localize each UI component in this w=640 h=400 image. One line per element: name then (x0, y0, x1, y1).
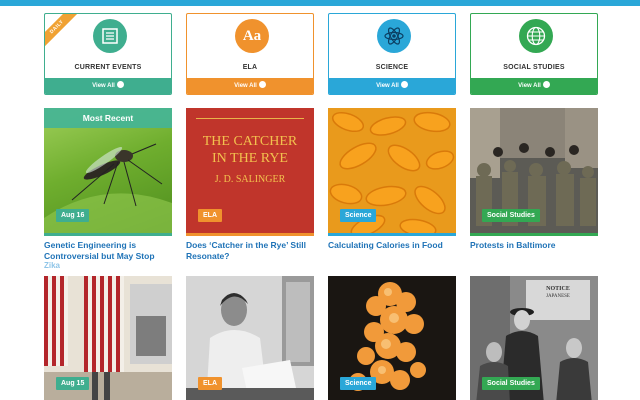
category-title: CURRENT EVENTS (74, 64, 142, 71)
view-all-button[interactable]: View All (187, 78, 313, 94)
view-all-label: View All (92, 83, 115, 89)
article-tile-baltimore[interactable]: Social Studies (470, 108, 598, 236)
category-card-ela[interactable]: Aa ELA View All (186, 13, 314, 95)
category-card-science[interactable]: SCIENCE View All (328, 13, 456, 95)
arrow-right-icon (400, 80, 408, 88)
article-tile-voting[interactable]: Aug 15 (44, 276, 172, 400)
category-badge: Social Studies (482, 209, 540, 222)
view-all-button[interactable]: View All (471, 78, 597, 94)
date-badge: Aug 15 (56, 377, 90, 390)
article-tile-historic[interactable]: NOTICE JAPANESE Social Studies (470, 276, 598, 400)
category-badge: ELA (198, 209, 222, 222)
article-tile-coral[interactable]: Science (328, 276, 456, 400)
article-headline-link[interactable]: Genetic Engineering is Controversial but… (44, 240, 172, 262)
daily-ribbon: DAILY (45, 14, 82, 52)
category-badge: Science (340, 209, 377, 222)
most-recent-label: Most Recent (44, 108, 172, 128)
notice-sign-title: NOTICE (546, 286, 570, 292)
arrow-right-icon (542, 80, 550, 88)
category-card-current-events[interactable]: DAILY CURRENT EVENTS View All (44, 13, 172, 95)
tile-underline (470, 233, 598, 236)
notice-sign-text: JAPANESE (546, 294, 570, 299)
category-badge: Social Studies (482, 377, 540, 390)
category-badge: Science (340, 377, 377, 390)
article-headline-link[interactable]: Calculating Calories in Food (328, 240, 456, 251)
book-title-line-2: IN THE RYE (212, 151, 288, 166)
tile-underline (328, 233, 456, 236)
view-all-label: View All (234, 83, 257, 89)
arrow-right-icon (116, 80, 124, 88)
view-all-label: View All (376, 83, 399, 89)
category-title: SOCIAL STUDIES (503, 64, 565, 71)
tile-underline (186, 233, 314, 236)
arrow-right-icon (258, 80, 266, 88)
aa-letters-text: Aa (242, 27, 262, 44)
book-author: J. D. SALINGER (214, 174, 286, 185)
book-title-line-1: THE CATCHER (202, 134, 298, 149)
top-accent-bar (0, 0, 640, 6)
category-card-social-studies[interactable]: SOCIAL STUDIES View All (470, 13, 598, 95)
article-tile-mosquito[interactable]: Most Recent Aug 16 (44, 108, 172, 236)
category-title: SCIENCE (375, 64, 409, 71)
article-tile-calories[interactable]: Science (328, 108, 456, 236)
article-tile-writer[interactable]: ELA (186, 276, 314, 400)
view-all-button[interactable]: View All (329, 78, 455, 94)
category-badge: ELA (198, 377, 222, 390)
article-subtag[interactable]: Zika (44, 261, 60, 270)
article-headline-link[interactable]: Protests in Baltimore (470, 240, 598, 251)
view-all-label: View All (518, 83, 541, 89)
aa-letters-icon: Aa (235, 19, 269, 53)
tile-underline (44, 233, 172, 236)
book-rule (196, 118, 304, 119)
newspaper-icon (93, 19, 127, 53)
article-headline-link[interactable]: Does ‘Catcher in the Rye’ Still Resonate… (186, 240, 314, 262)
view-all-button[interactable]: View All (45, 78, 171, 94)
atom-icon (377, 19, 411, 53)
date-badge: Aug 16 (56, 209, 90, 222)
article-tile-catcher[interactable]: THE CATCHER IN THE RYE J. D. SALINGER EL… (186, 108, 314, 236)
globe-icon (519, 19, 553, 53)
category-title: ELA (242, 64, 258, 71)
